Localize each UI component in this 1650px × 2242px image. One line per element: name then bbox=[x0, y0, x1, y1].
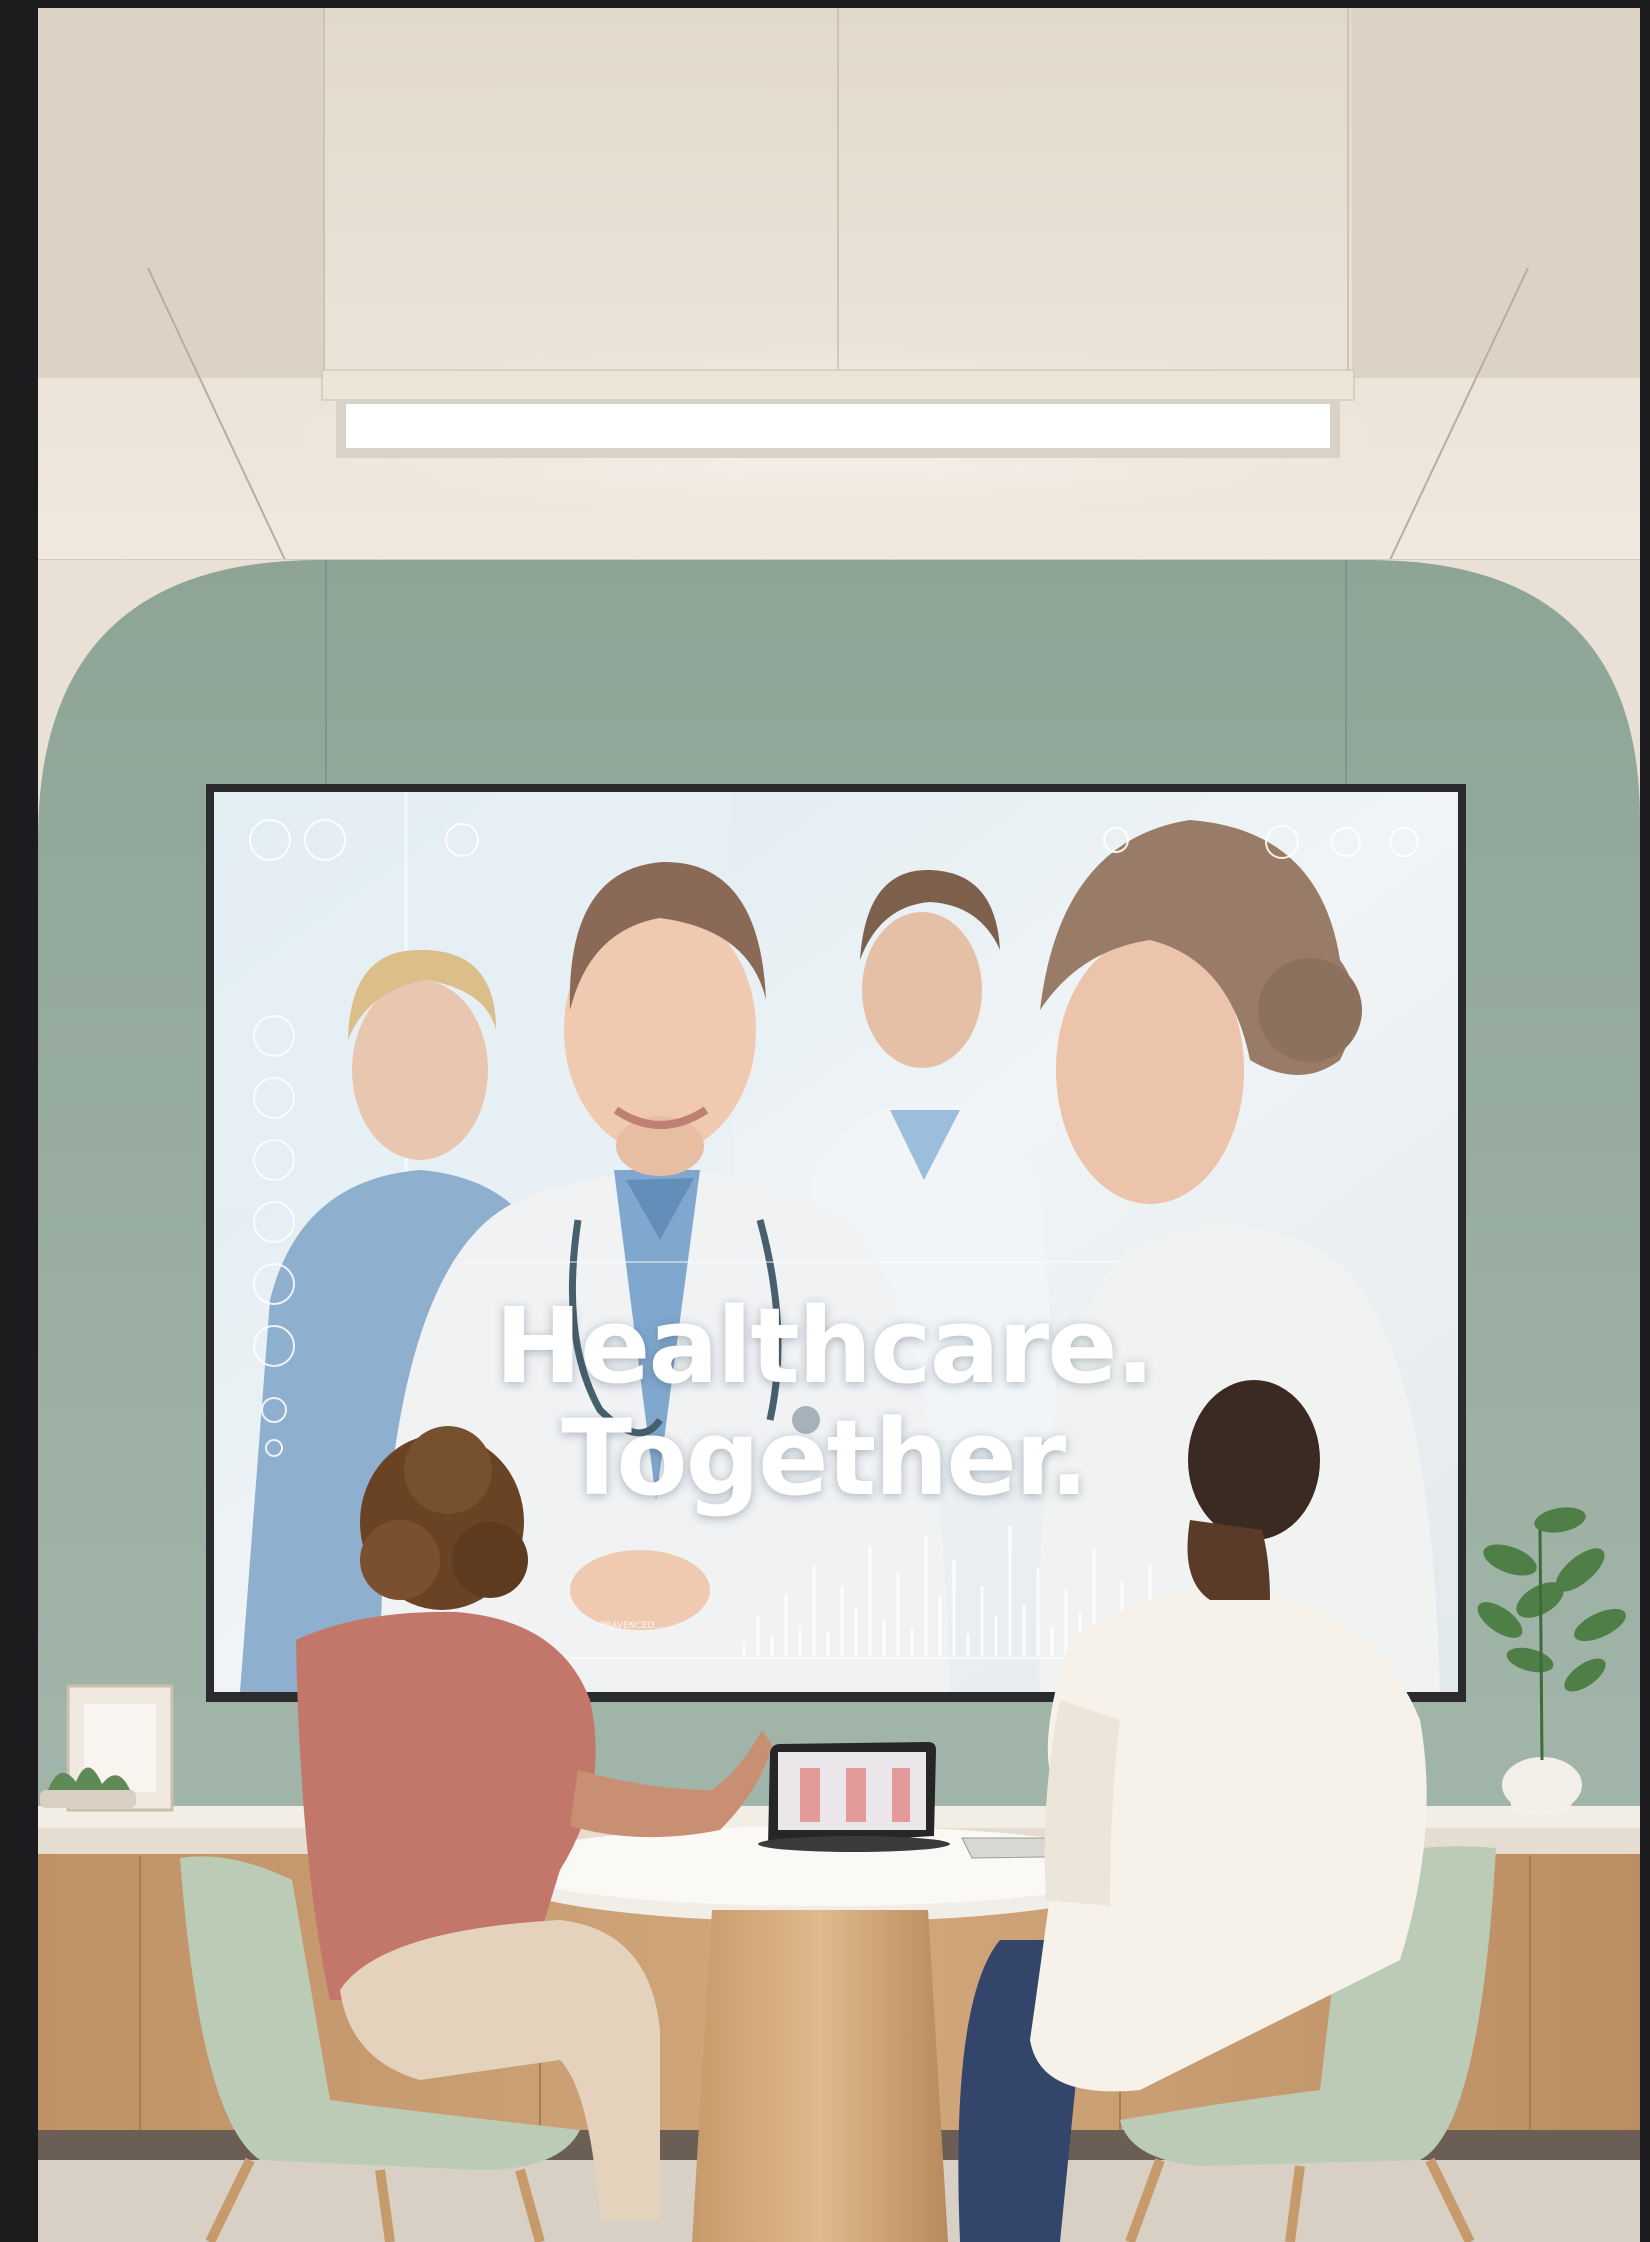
scene: Healthcare. Together. PRAVENCED… bbox=[0, 0, 1650, 2242]
headline-line1: Healthcare. bbox=[494, 1285, 1155, 1407]
headline-line2: Together. bbox=[561, 1397, 1089, 1519]
scene-illustration bbox=[0, 0, 1650, 2242]
screen-caption: PRAVENCED… bbox=[600, 1621, 664, 1631]
screen-headline: Healthcare. Together. bbox=[214, 1290, 1434, 1514]
